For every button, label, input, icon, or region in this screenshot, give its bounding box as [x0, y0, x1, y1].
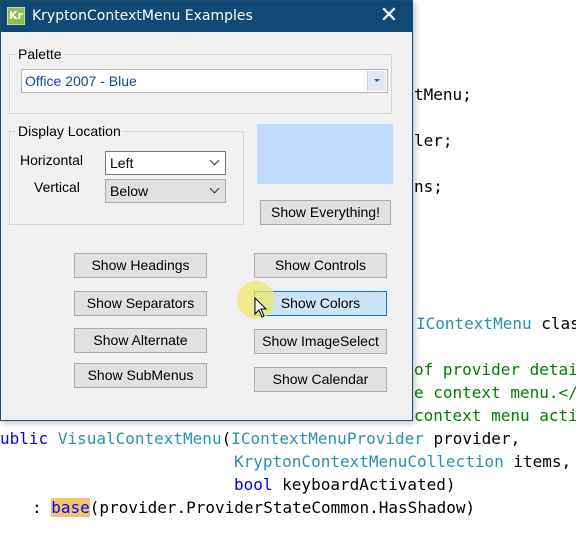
app-icon: Kr [7, 7, 25, 25]
color-preview-swatch [257, 124, 393, 184]
chevron-down-icon [374, 79, 380, 82]
chevron-down-icon [209, 183, 220, 194]
palette-dropdown[interactable]: Office 2007 - Blue [21, 69, 388, 93]
show-imageselect-button[interactable]: Show ImageSelect [254, 329, 387, 354]
palette-dropdown-button[interactable] [367, 71, 386, 91]
code-line: : base(provider.ProviderStateCommon.HasS… [32, 498, 476, 517]
mouse-pointer-icon [254, 297, 268, 318]
show-submenus-button[interactable]: Show SubMenus [74, 363, 207, 388]
close-button[interactable]: ✕ [366, 1, 412, 32]
code-line: tMenu; [414, 85, 472, 104]
code-line: ns; [414, 177, 443, 196]
vertical-label: Vertical [34, 179, 80, 195]
show-everything-button[interactable]: Show Everything! [260, 200, 391, 225]
show-controls-button[interactable]: Show Controls [254, 253, 387, 278]
show-separators-button[interactable]: Show Separators [74, 291, 207, 316]
code-line: IContextMenu class [416, 314, 576, 333]
code-line: ler; [414, 131, 453, 150]
vertical-value: Below [110, 183, 149, 199]
window-title: KryptonContextMenu Examples [32, 8, 253, 24]
chevron-down-icon [209, 155, 220, 166]
vertical-dropdown[interactable]: Below [105, 179, 226, 203]
code-line: KryptonContextMenuCollection items, [234, 452, 572, 471]
show-calendar-button[interactable]: Show Calendar [254, 367, 387, 392]
dialog-window: Kr KryptonContextMenu Examples ✕ Palette… [0, 0, 413, 421]
code-comment: context menu acti [414, 406, 576, 425]
code-comment: of provider detail [414, 360, 576, 379]
horizontal-value: Left [110, 155, 134, 171]
palette-selected-value: Office 2007 - Blue [25, 73, 137, 89]
show-alternate-button[interactable]: Show Alternate [74, 328, 207, 353]
code-comment: e context menu.</p [414, 383, 576, 402]
horizontal-label: Horizontal [20, 152, 84, 168]
code-line: ublic VisualContextMenu(IContextMenuProv… [0, 429, 521, 448]
display-location-legend: Display Location [16, 123, 123, 139]
horizontal-dropdown[interactable]: Left [105, 151, 226, 175]
title-bar[interactable]: Kr KryptonContextMenu Examples ✕ [1, 1, 412, 32]
display-location-group [9, 131, 244, 225]
show-headings-button[interactable]: Show Headings [74, 253, 207, 278]
palette-legend: Palette [16, 46, 64, 62]
code-line: bool keyboardActivated) [234, 475, 456, 494]
